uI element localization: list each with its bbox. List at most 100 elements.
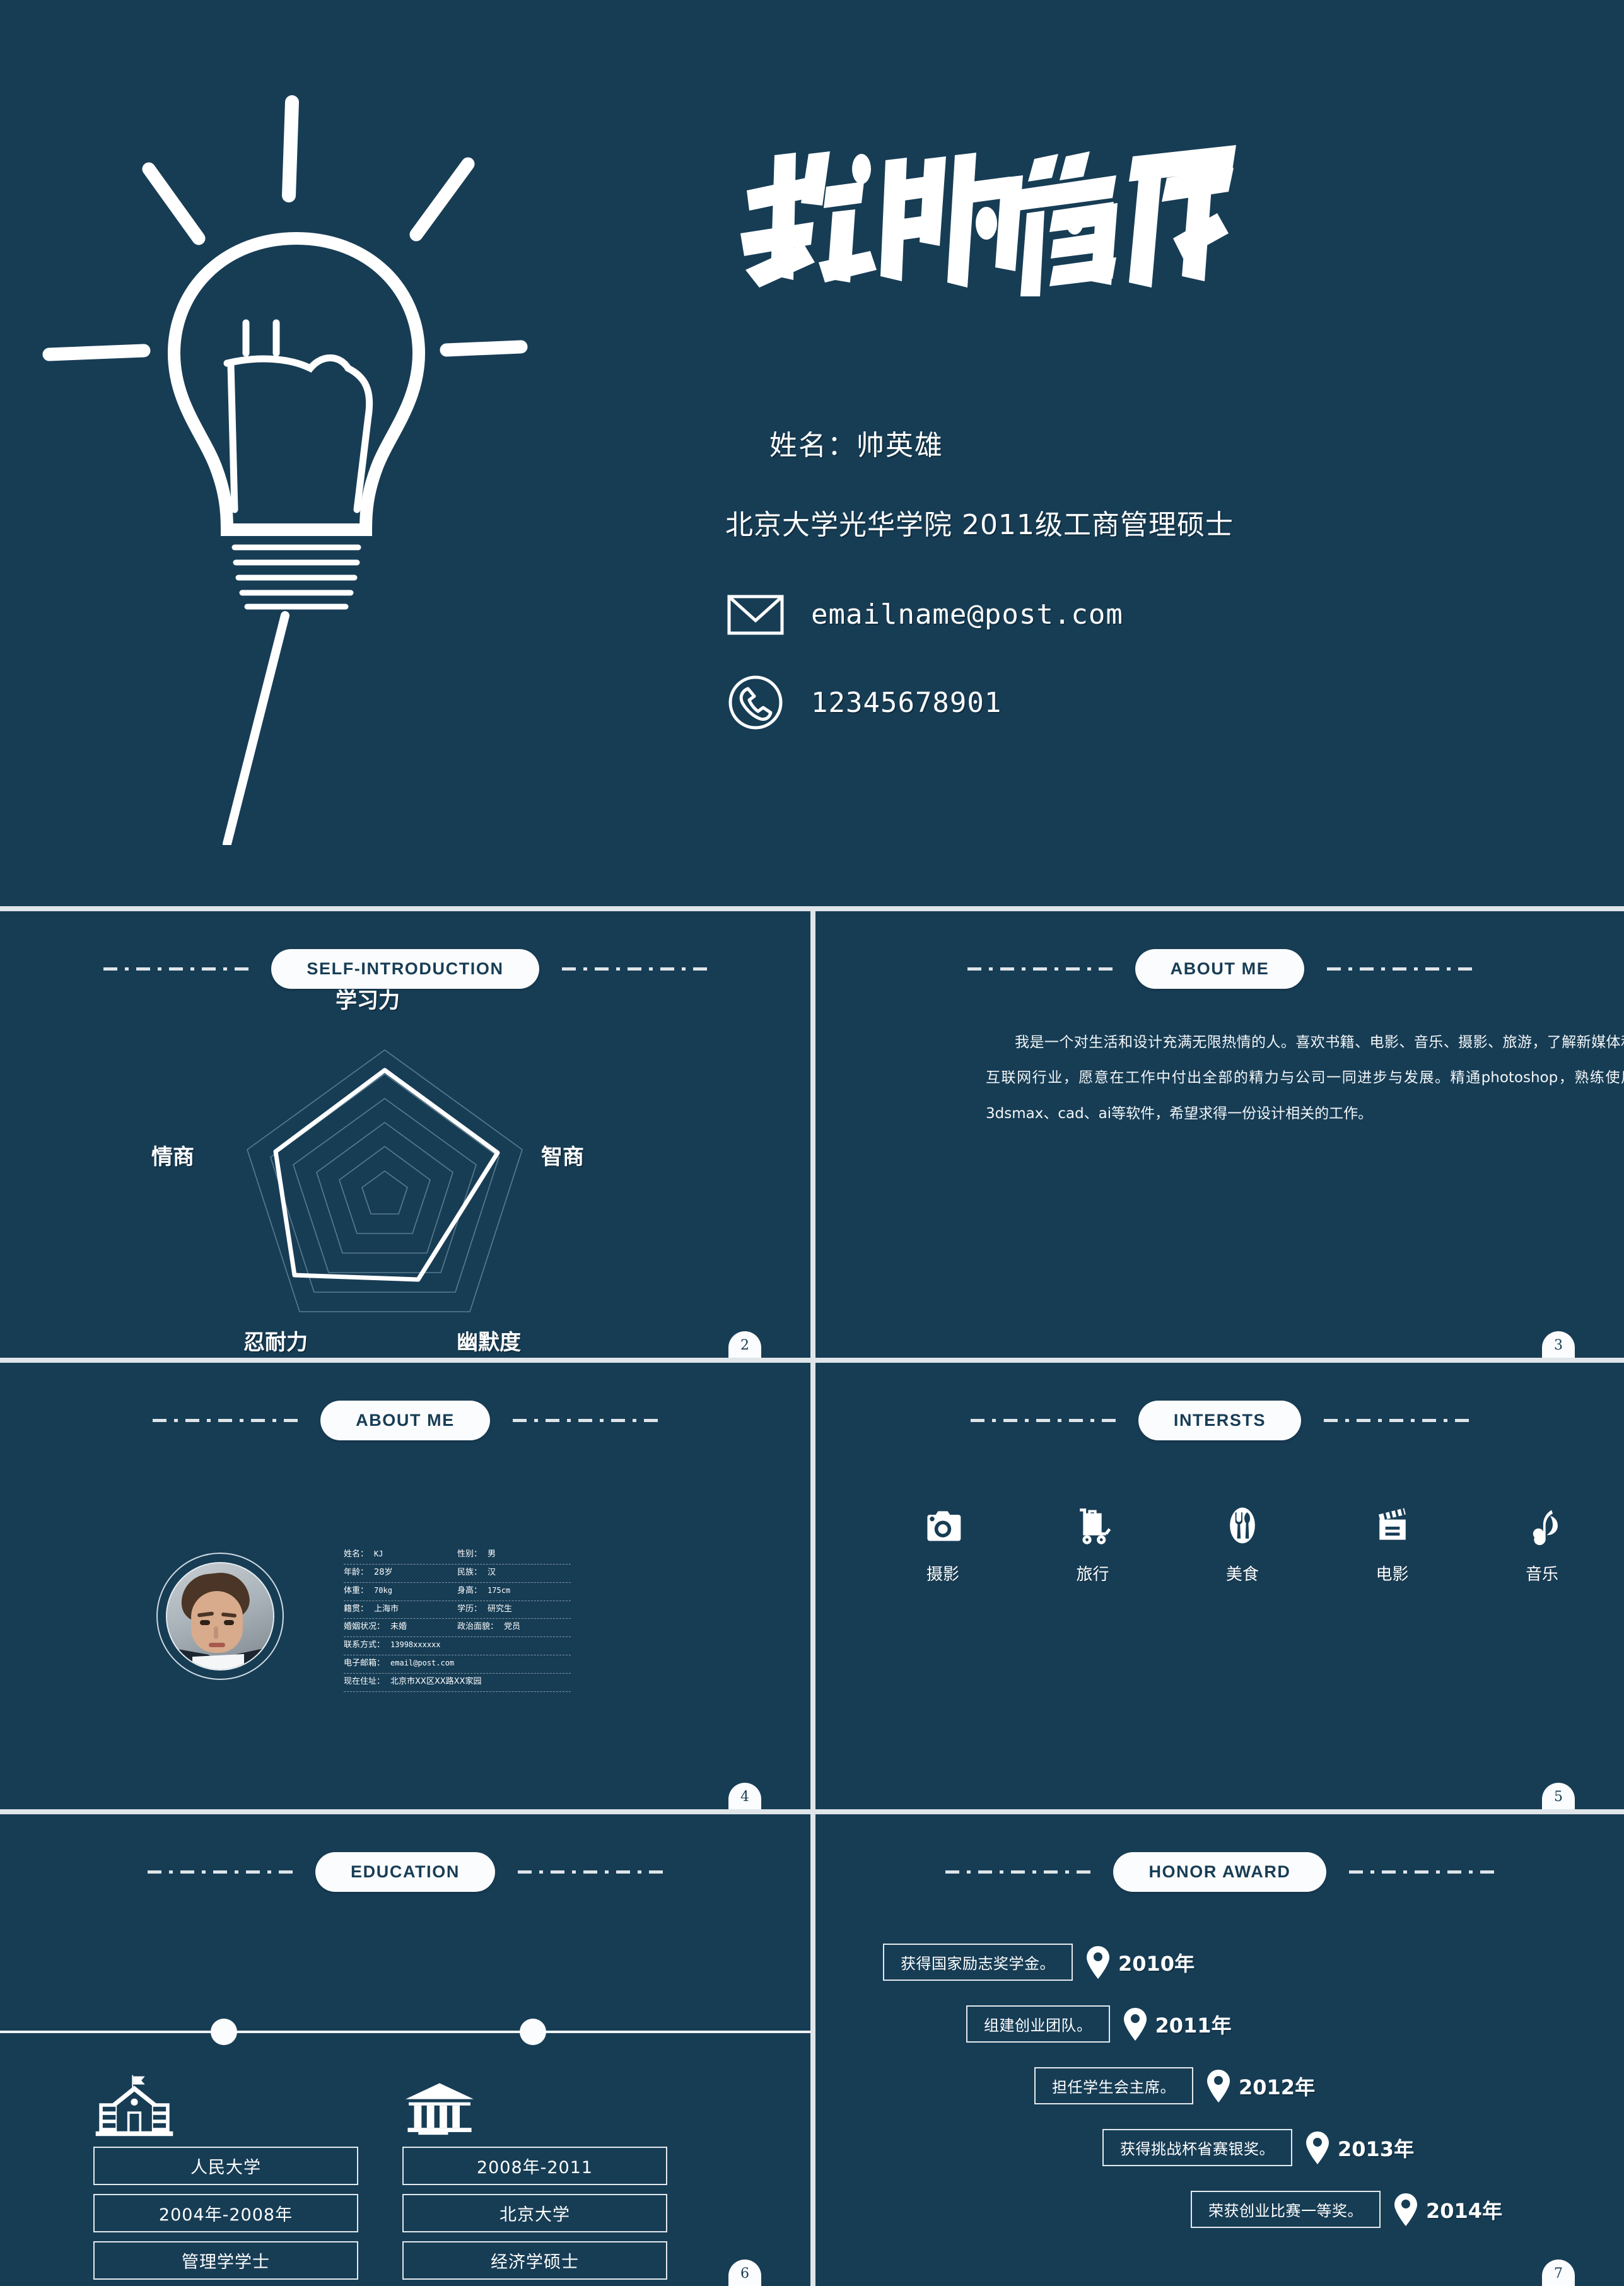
interest-item-movie[interactable]: 电影	[1345, 1501, 1440, 1585]
interest-item-music[interactable]: 音乐	[1495, 1501, 1589, 1585]
info-key: 学历：	[457, 1604, 482, 1614]
info-value: 北京市XX区XX路XX家园	[390, 1676, 482, 1686]
honor-year: 2012年	[1239, 2075, 1316, 2099]
info-value: KJ	[374, 1549, 383, 1558]
info-key: 电子邮箱：	[344, 1659, 385, 1669]
section-pill-honor-award[interactable]: HONOR AWARD	[1113, 1852, 1326, 1892]
section-pill-education[interactable]: EDUCATION	[315, 1852, 495, 1892]
info-value: 党员	[504, 1622, 521, 1632]
interest-label: 摄影	[926, 1565, 959, 1584]
interest-item-photography[interactable]: 摄影	[896, 1501, 990, 1585]
table-row: 婚姻状况： 未婚 政治面貌： 党员	[344, 1619, 571, 1638]
info-value: 研究生	[488, 1604, 513, 1614]
info-value: 上海市	[374, 1604, 399, 1614]
section-pill-interests[interactable]: INTERSTS	[1138, 1401, 1302, 1440]
divider-vertical	[810, 906, 815, 2286]
interests-list: 摄影 旅行 美食 电影 音乐	[896, 1501, 1589, 1585]
phone-icon	[725, 672, 786, 733]
hero-name: 姓名：帅英雄	[769, 429, 943, 462]
page-title	[738, 145, 1306, 334]
dash-rule-left	[970, 1419, 1116, 1422]
info-key: 联系方式：	[344, 1640, 385, 1650]
info-key: 现在住址：	[344, 1676, 385, 1686]
section-pill-about-me[interactable]: ABOUT ME	[1135, 949, 1305, 989]
phone-text: 12345678901	[811, 686, 1002, 719]
education-timeline-dot-2	[520, 2019, 546, 2045]
page-number-badge: 2	[728, 1331, 761, 1358]
page-number-badge: 5	[1542, 1783, 1575, 1809]
honor-year: 2013年	[1338, 2137, 1415, 2161]
honor-year: 2014年	[1426, 2198, 1503, 2223]
dash-rule-left	[153, 1419, 298, 1422]
hero-content: 姓名：帅英雄 北京大学光华学院 2011级工商管理硕士 emailname@po…	[713, 145, 1533, 733]
radar-label-0: 学习力	[336, 988, 400, 1013]
section-pill-about-me-2[interactable]: ABOUT ME	[320, 1401, 490, 1440]
info-value: 175cm	[488, 1585, 511, 1595]
info-value: 13998xxxxxx	[390, 1640, 441, 1650]
education-line: 经济学硕士	[402, 2241, 667, 2280]
section-header-education: EDUCATION	[0, 1852, 810, 1892]
section-header-self-introduction: SELF-INTRODUCTION	[0, 949, 810, 989]
schoolhouse-icon	[93, 2062, 358, 2138]
interest-label: 音乐	[1525, 1565, 1558, 1584]
info-key: 籍贯：	[344, 1604, 369, 1614]
section-header-about-me: ABOUT ME	[815, 949, 1624, 989]
table-row: 现在住址： 北京市XX区XX路XX家园	[344, 1674, 571, 1692]
info-key: 性别：	[457, 1549, 482, 1559]
interest-item-food[interactable]: 美食	[1195, 1501, 1290, 1585]
avatar	[156, 1553, 284, 1680]
email-text: emailname@post.com	[811, 598, 1123, 631]
education-line: 2004年-2008年	[93, 2194, 358, 2232]
dash-rule-left	[103, 967, 249, 971]
dash-rule-right	[512, 1419, 658, 1422]
map-pin-icon	[1087, 1945, 1109, 1979]
info-key: 政治面貌：	[457, 1622, 499, 1632]
table-row: 体重： 70kg 身高： 175cm	[344, 1583, 571, 1601]
radar-label-4: 情商	[151, 1145, 194, 1170]
interest-label: 美食	[1225, 1565, 1259, 1584]
honor-text: 荣获创业比赛一等奖。	[1191, 2191, 1381, 2228]
honor-year: 2010年	[1118, 1951, 1195, 1976]
page-number-badge: 6	[728, 2260, 761, 2286]
info-key: 民族：	[457, 1567, 482, 1577]
info-value: 70kg	[374, 1585, 392, 1595]
map-pin-icon	[1123, 2007, 1147, 2041]
dash-rule-right	[517, 1870, 663, 1874]
page-number-badge: 3	[1542, 1331, 1575, 1358]
radar-label-3: 忍耐力	[243, 1330, 308, 1355]
table-row: 姓名： KJ 性别： 男	[344, 1546, 571, 1565]
info-value: 28岁	[374, 1567, 393, 1577]
honor-text: 组建创业团队。	[966, 2005, 1110, 2043]
hero-slide: 姓名：帅英雄 北京大学光华学院 2011级工商管理硕士 emailname@po…	[0, 0, 1624, 908]
map-pin-icon	[1306, 2131, 1329, 2164]
info-key: 婚姻状况：	[344, 1622, 385, 1632]
page-number-badge: 7	[1542, 2260, 1575, 2286]
dash-rule-right	[561, 967, 707, 971]
info-key: 姓名：	[344, 1549, 369, 1559]
section-header-honor-award: HONOR AWARD	[815, 1852, 1624, 1892]
profile-photo	[166, 1562, 274, 1671]
slide-interests: INTERSTS 5	[815, 1363, 1624, 1809]
education-entry-1: 人民大学 2004年-2008年 管理学学士	[93, 2062, 358, 2280]
info-key: 身高：	[457, 1585, 482, 1595]
envelope-icon	[725, 584, 786, 644]
personal-info-table: 姓名： KJ 性别：男 年龄： 28岁 民族：汉 体重： 70kg 身高： 175cm …	[344, 1546, 571, 1692]
phone-row: 12345678901	[725, 672, 1533, 733]
camera-icon	[896, 1501, 990, 1550]
about-paragraph: 我是一个对生活和设计充满无限热情的人。喜欢书籍、电影、音乐、摄影、旅游，了解新媒…	[986, 1034, 1624, 1122]
radar-label-2: 幽默度	[457, 1330, 521, 1355]
table-row: 籍贯： 上海市 学历： 研究生	[344, 1601, 571, 1619]
slide-about-me-text: ABOUT ME 我是一个对生活和设计充满无限热情的人。喜欢书籍、电影、音乐、摄…	[815, 911, 1624, 1358]
page-number-badge: 4	[728, 1783, 761, 1809]
section-pill-self-introduction[interactable]: SELF-INTRODUCTION	[271, 949, 539, 989]
info-key: 体重：	[344, 1585, 369, 1595]
table-row: 电子邮箱： email@post.com	[344, 1655, 571, 1674]
education-line: 2008年-2011	[402, 2147, 667, 2185]
radar-label-1: 智商	[541, 1145, 584, 1170]
map-pin-icon	[1394, 2193, 1417, 2226]
interest-item-travel[interactable]: 旅行	[1046, 1501, 1140, 1585]
education-entry-2: 2008年-2011 北京大学 经济学硕士	[402, 2062, 667, 2280]
section-header-interests: INTERSTS	[815, 1401, 1624, 1440]
lightbulb-icon	[38, 88, 530, 848]
honor-item-3: 担任学生会主席。 2012年	[1034, 2067, 1315, 2104]
